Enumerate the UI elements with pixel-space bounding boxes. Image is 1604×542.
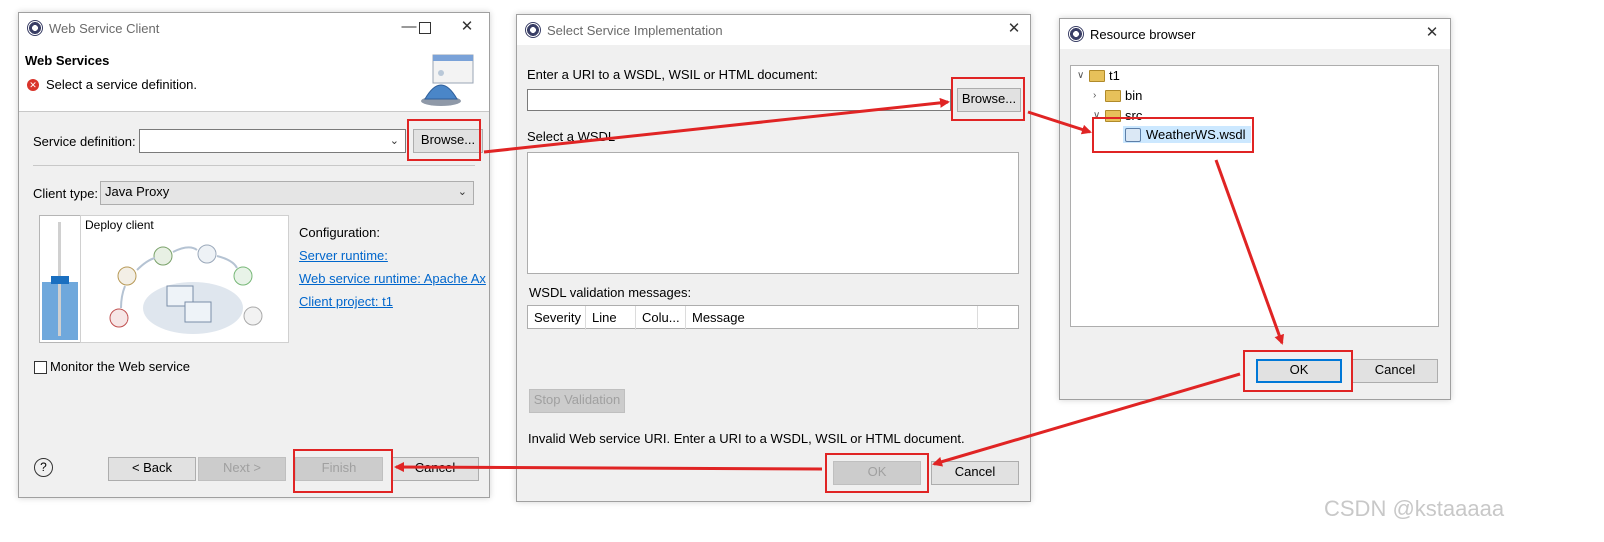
close-icon[interactable]: ✕ [1006,21,1022,37]
highlight-box [293,449,393,493]
page-heading: Web Services [25,53,110,68]
help-icon[interactable]: ? [34,458,53,477]
tree-node-t1[interactable]: ∨ t1 [1077,68,1120,83]
window-title: Resource browser [1090,26,1196,42]
window-title: Web Service Client [49,20,160,36]
collapsed-chevron-icon[interactable]: › [1093,90,1105,101]
resource-browser-dialog: Resource browser ✕ ∨ t1 › bin ∨ src Weat… [1059,18,1451,400]
titlebar: Web Service Client — ✕ [19,13,489,43]
eclipse-icon [525,22,541,38]
uri-label: Enter a URI to a WSDL, WSIL or HTML docu… [527,67,818,82]
client-type-combo[interactable]: Java Proxy ⌄ [100,181,474,205]
highlight-box [407,119,481,161]
server-runtime-link[interactable]: Server runtime: [299,248,388,263]
resource-tree[interactable]: ∨ t1 › bin ∨ src WeatherWS.wsdl [1070,65,1439,327]
deploy-slider[interactable] [39,215,81,343]
highlight-box [1092,117,1254,153]
uri-input[interactable] [527,89,951,111]
stop-validation-button[interactable]: Stop Validation [529,389,625,413]
tree-label: t1 [1109,68,1120,83]
cancel-button[interactable]: Cancel [391,457,479,481]
titlebar: Resource browser ✕ [1060,19,1450,49]
client-type-value: Java Proxy [105,184,170,199]
header-panel: Web Services ✕ Select a service definiti… [19,43,489,112]
titlebar: Select Service Implementation ✕ [517,15,1030,45]
select-wsdl-label: Select a WSDL [527,129,616,144]
column-header[interactable]: Line [586,306,636,330]
close-icon[interactable]: ✕ [459,19,475,35]
error-message: Select a service definition. [46,77,198,92]
wsdl-list[interactable] [527,152,1019,274]
highlight-box [825,453,929,493]
highlight-box [951,77,1025,121]
error-icon: ✕ [27,79,39,91]
tree-label: bin [1125,88,1143,103]
close-icon[interactable]: ✕ [1424,25,1440,41]
chevron-down-icon[interactable]: ⌄ [390,134,399,147]
column-header[interactable]: Severity [528,306,586,330]
validation-table[interactable]: Severity Line Colu... Message [527,305,1019,330]
chevron-down-icon[interactable]: ⌄ [458,182,467,202]
service-definition-label: Service definition: [33,134,136,149]
column-header[interactable]: Message [686,306,978,330]
table-header: Severity Line Colu... Message [528,306,978,330]
tree-node-bin[interactable]: › bin [1093,88,1142,103]
select-service-implementation-dialog: Select Service Implementation ✕ Enter a … [516,14,1031,502]
validation-label: WSDL validation messages: [529,285,692,300]
folder-icon [1105,89,1121,102]
client-type-label: Client type: [33,186,99,201]
monitor-label: Monitor the Web service [50,359,190,374]
client-project-link[interactable]: Client project: t1 [299,294,393,309]
status-message: Invalid Web service URI. Enter a URI to … [528,431,965,446]
web-service-runtime-link[interactable]: Web service runtime: Apache Ax [299,271,486,286]
window-title: Select Service Implementation [547,22,723,38]
slider-thumb[interactable] [51,276,69,284]
cancel-button[interactable]: Cancel [931,461,1019,485]
deploy-illustration: Deploy client [80,215,289,343]
service-definition-combo[interactable]: ⌄ [139,129,406,153]
back-button[interactable]: < Back [108,457,196,481]
next-button[interactable]: Next > [198,457,286,481]
watermark: CSDN @kstaaaaa [1324,496,1505,521]
eclipse-icon [1068,26,1084,42]
web-service-banner-icon [421,54,474,106]
eclipse-icon [27,20,43,36]
maximize-icon[interactable] [419,22,431,34]
configuration-label: Configuration: [299,225,380,240]
folder-open-icon [1089,69,1105,82]
web-service-client-dialog: Web Service Client — ✕ Web Services ✕ Se… [18,12,490,498]
column-header[interactable]: Colu... [636,306,686,330]
separator [33,165,475,166]
expanded-chevron-icon[interactable]: ∨ [1077,70,1089,81]
highlight-box [1243,350,1353,392]
deploy-cycle-illustration [109,244,263,334]
cancel-button[interactable]: Cancel [1352,359,1438,383]
monitor-checkbox[interactable] [34,361,47,374]
